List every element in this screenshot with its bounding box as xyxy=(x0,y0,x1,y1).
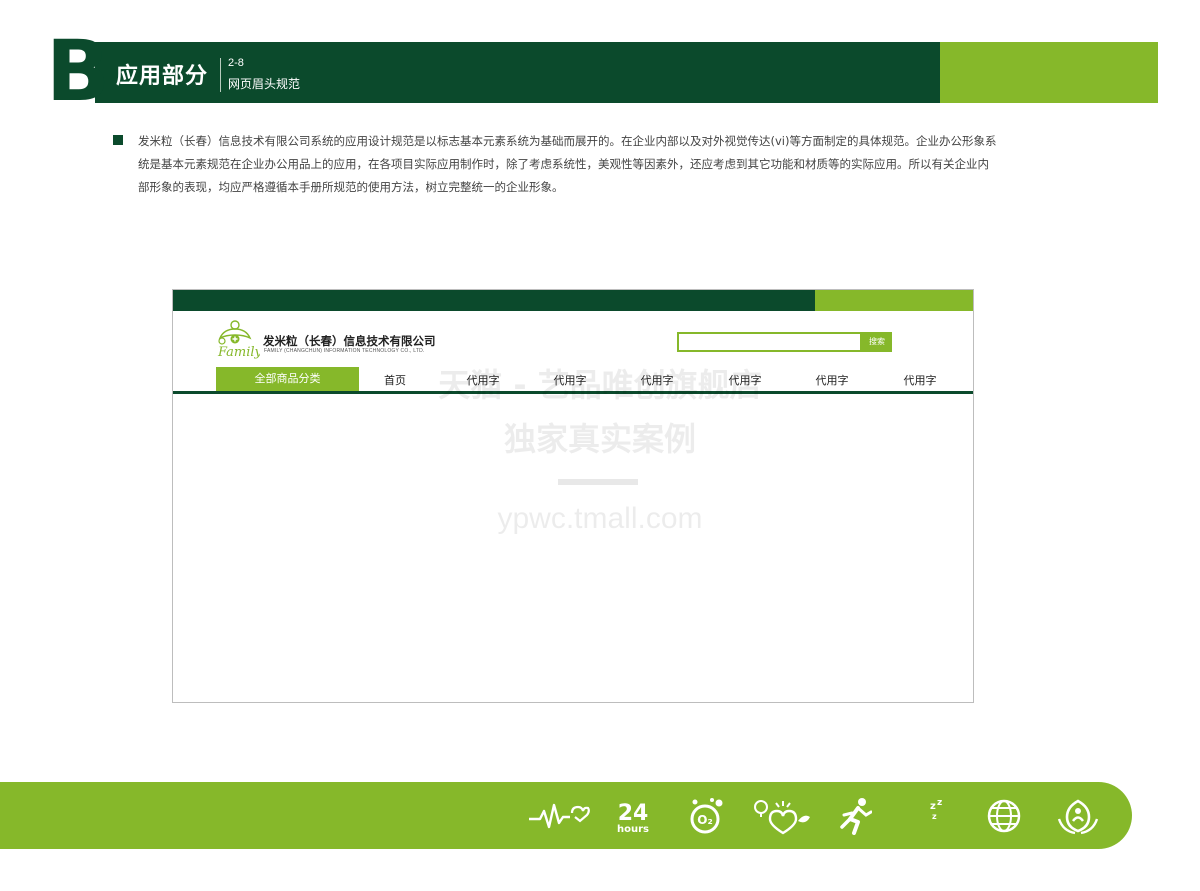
svg-text:hours: hours xyxy=(617,824,649,835)
running-icon xyxy=(838,797,872,835)
company-name-cn: 发米粒（长春）信息技术有限公司 xyxy=(263,334,436,348)
svg-text:O₂: O₂ xyxy=(697,813,712,827)
sleep-icon: z z z xyxy=(908,797,948,835)
24-hours-icon: 24 hours xyxy=(615,797,651,835)
globe-icon xyxy=(986,797,1022,835)
section-title: 应用部分 xyxy=(116,64,209,89)
section-number: 2-8 xyxy=(228,57,244,69)
mockup-top-bar-light xyxy=(815,290,973,311)
oxygen-icon: O₂ xyxy=(686,797,726,835)
intro-paragraph: 发米粒（长春）信息技术有限公司系统的应用设计规范是以标志基本元素系统为基础而展开… xyxy=(138,134,997,194)
watermark-line1: 天猫 - 艺品唯创旗舰店 xyxy=(438,366,762,404)
section-subtitle: 网页眉头规范 xyxy=(228,77,301,91)
search-button[interactable]: 搜索 xyxy=(862,332,892,352)
company-name-en: FAMILY (CHANGCHUN) INFORMATION TECHNOLOG… xyxy=(264,348,425,354)
section-letter: B xyxy=(46,22,111,120)
family-logo-icon[interactable]: Family xyxy=(214,320,263,360)
watermark-line2: 独家真实案例 xyxy=(503,420,696,458)
watermark-url: ypwc.tmall.com xyxy=(497,502,703,535)
header-divider xyxy=(220,58,221,92)
svg-text:z: z xyxy=(932,812,937,821)
watermark-divider xyxy=(558,479,638,485)
header-band-light xyxy=(940,42,1158,103)
web-header-mockup: Family 发米粒（长春）信息技术有限公司 FAMILY (CHANGCHUN… xyxy=(172,289,974,703)
nav-all-categories[interactable]: 全部商品分类 xyxy=(216,367,359,391)
mockup-top-bar-dark xyxy=(173,290,815,311)
svg-text:24: 24 xyxy=(618,801,649,826)
header-band-dark xyxy=(95,42,940,103)
care-hands-icon xyxy=(1057,797,1099,835)
svg-text:z: z xyxy=(937,798,942,808)
health-heart-icon xyxy=(752,797,812,835)
search-input[interactable] xyxy=(677,332,862,352)
heartbeat-icon xyxy=(528,797,590,835)
nav-item[interactable]: 代用字 xyxy=(890,372,950,388)
svg-text:Family: Family xyxy=(217,345,260,360)
bullet-square xyxy=(113,135,123,145)
svg-text:z: z xyxy=(930,801,936,812)
